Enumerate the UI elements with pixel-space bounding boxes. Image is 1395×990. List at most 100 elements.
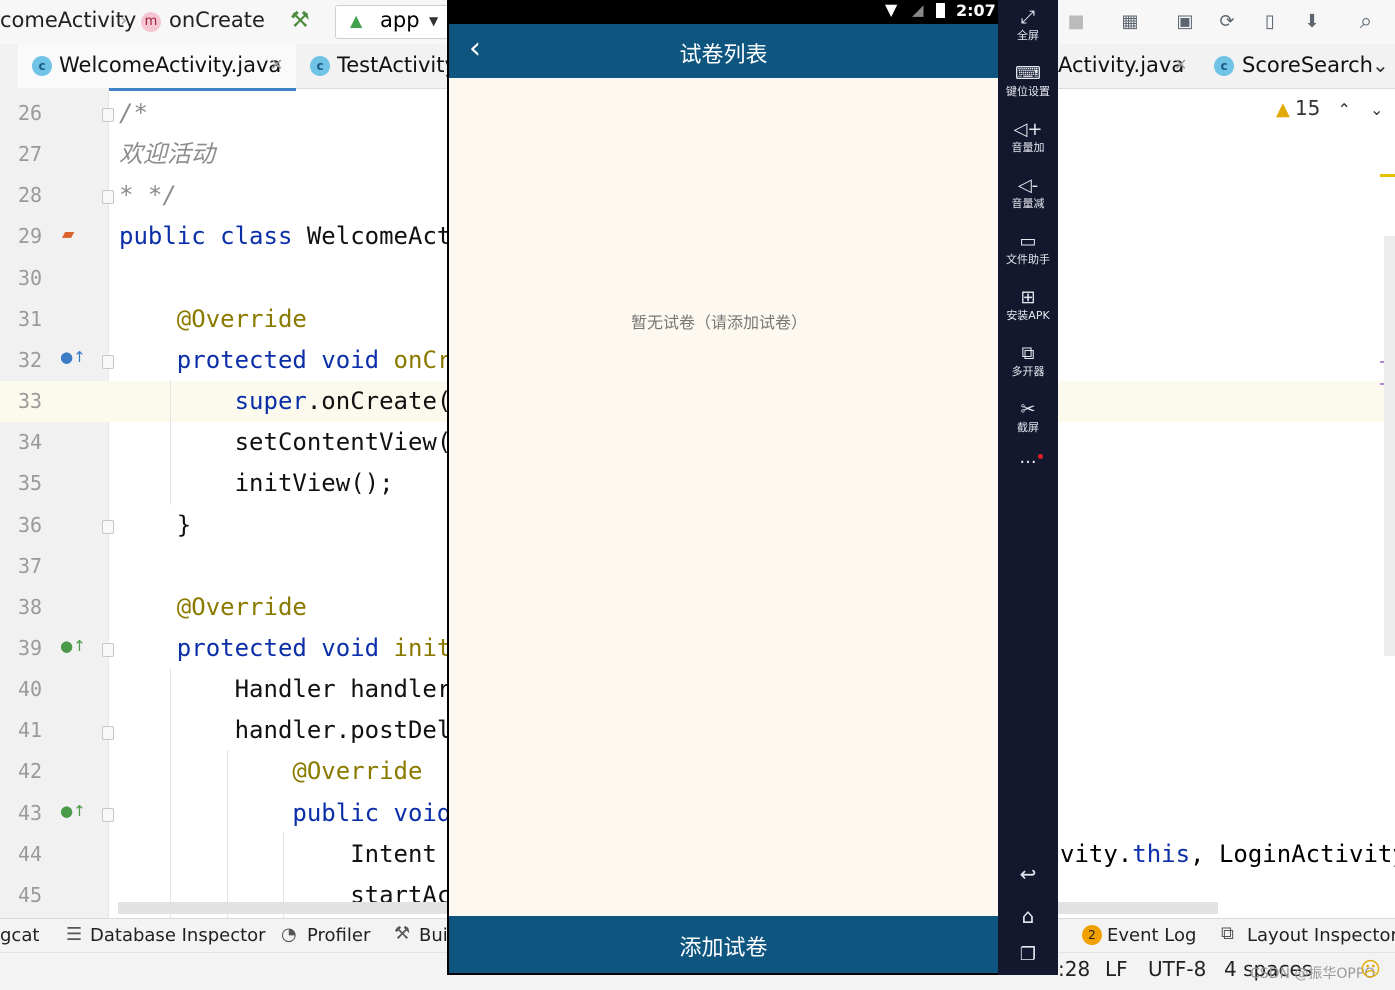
code-token: protected void	[119, 634, 394, 662]
file-helper-button[interactable]: ▭ 文件助手	[998, 231, 1058, 267]
code-token: }	[119, 511, 192, 539]
code-token: public class	[119, 222, 307, 250]
tab-score-search[interactable]: c ScoreSearch ⌄	[1204, 44, 1395, 88]
sdk-manager-icon[interactable]: ⬇	[1300, 11, 1324, 33]
file-encoding[interactable]: UTF-8	[1148, 957, 1206, 981]
code-line[interactable]: /*	[119, 93, 447, 134]
code-line[interactable]: @Override	[119, 587, 447, 628]
close-icon[interactable]: ✕	[270, 55, 283, 74]
stop-icon[interactable]: ■	[1064, 11, 1088, 33]
horizontal-scrollbar-right[interactable]	[1058, 902, 1218, 914]
breadcrumb-method[interactable]: onCreate	[169, 8, 265, 32]
code-line[interactable]: public class WelcomeActi	[119, 216, 447, 257]
implements-gutter-icon[interactable]: ●↑	[60, 802, 86, 820]
notification-dot	[1038, 454, 1043, 459]
nav-home-button[interactable]: ⌂	[998, 904, 1058, 928]
code-line[interactable]: * */	[119, 175, 447, 216]
install-apk-button[interactable]: ⊞ 安装APK	[998, 287, 1058, 323]
fold-marker-icon[interactable]	[102, 520, 114, 534]
vertical-scrollbar[interactable]	[1384, 236, 1395, 656]
inspection-widget[interactable]: ▲ 15 ⌃ ⌄	[1276, 96, 1383, 120]
code-token: .onCreate(s	[306, 387, 447, 415]
signal-icon: ◢	[912, 1, 924, 19]
volume-down-label: 音量减	[1011, 197, 1045, 210]
code-token: setContentView(R	[119, 428, 447, 456]
error-stripe-mark[interactable]	[1380, 174, 1395, 177]
close-icon[interactable]: ✕	[1174, 55, 1187, 74]
code-line[interactable]: @Override	[119, 751, 447, 792]
code-line[interactable]: Handler handler	[119, 669, 447, 710]
fold-marker-icon[interactable]	[102, 108, 114, 122]
keymap-button[interactable]: ⌨ 键位设置	[998, 63, 1058, 99]
nav-back-button[interactable]: ↩	[998, 862, 1058, 886]
search-icon[interactable]: ⌕	[1354, 11, 1378, 33]
volume-down-button[interactable]: ◁- 音量减	[998, 175, 1058, 211]
screenshot-button[interactable]: ✂ 截屏	[998, 399, 1058, 435]
code-token: super	[119, 387, 307, 415]
fullscreen-button[interactable]: ⤢ 全屏	[998, 7, 1058, 43]
code-token-keyword: this	[1132, 840, 1191, 868]
sync-icon[interactable]: ⟳	[1215, 11, 1239, 33]
tool-event-log[interactable]: Event Log	[1107, 925, 1196, 946]
code-line[interactable]: initView();	[119, 463, 447, 504]
next-highlight-icon[interactable]: ⌄	[1370, 100, 1383, 119]
more-button[interactable]: ···	[998, 452, 1058, 473]
multi-instance-button[interactable]: ⧉ 多开器	[998, 343, 1058, 379]
code-line[interactable]: }	[119, 505, 447, 546]
code-line[interactable]: protected void initV	[119, 628, 447, 669]
code-line[interactable]: protected void onCre	[119, 340, 447, 381]
tab-test-activity[interactable]: c TestActivity	[300, 44, 457, 88]
run-config-select[interactable]: ▲ app ▼	[335, 5, 449, 39]
line-separator[interactable]: LF	[1105, 957, 1128, 981]
home-icon: ⌂	[1021, 904, 1035, 928]
code-line[interactable]	[119, 546, 447, 587]
tool-profiler[interactable]: Profiler	[307, 925, 370, 946]
face-icon[interactable]: ☹	[1360, 957, 1381, 981]
line-number: 41	[18, 718, 43, 742]
line-number: 30	[18, 266, 43, 290]
code-line[interactable]: Intent i	[119, 834, 447, 875]
code-token: Intent i	[119, 840, 447, 868]
nav-recents-button[interactable]: ❐	[998, 944, 1058, 965]
avd-manager-icon[interactable]: ▯	[1258, 11, 1282, 33]
code-line[interactable]: @Override	[119, 299, 447, 340]
volume-up-button[interactable]: ◁+ 音量加	[998, 119, 1058, 155]
code-line[interactable]: super.onCreate(s	[119, 381, 447, 422]
device-manager-icon[interactable]: ▣	[1173, 11, 1197, 33]
fold-marker-icon[interactable]	[102, 726, 114, 740]
implements-gutter-icon[interactable]: ●↑	[60, 637, 86, 655]
watermark: CSDN @振华OPPO	[1250, 966, 1376, 982]
status-time: 2:07	[956, 1, 996, 20]
project-structure-icon[interactable]: ▦	[1118, 11, 1142, 33]
line-number: 39	[18, 636, 43, 660]
tab-label: WelcomeActivity.java	[59, 53, 282, 77]
code-line[interactable]	[119, 258, 447, 299]
add-exam-button[interactable]: 添加试卷	[449, 916, 998, 973]
tool-layout-inspector[interactable]: Layout Inspector	[1247, 925, 1395, 946]
previous-highlight-icon[interactable]: ⌃	[1337, 100, 1350, 119]
volume-down-icon: ◁-	[1017, 175, 1039, 196]
build-hammer-icon[interactable]: ⚒	[290, 8, 310, 33]
tab-welcome-activity[interactable]: c WelcomeActivity.java ✕	[18, 44, 296, 91]
xml-layout-gutter-icon[interactable]: ▰	[62, 224, 74, 243]
fold-marker-icon[interactable]	[102, 190, 114, 204]
fold-marker-icon[interactable]	[102, 643, 114, 657]
code-token: @Override	[119, 593, 307, 621]
horizontal-scrollbar[interactable]	[118, 902, 448, 914]
tool-build[interactable]: Bui	[419, 925, 448, 946]
code-token: public void	[119, 799, 447, 827]
caret-position[interactable]: :28	[1058, 957, 1090, 981]
tool-database-inspector[interactable]: Database Inspector	[90, 925, 266, 946]
fold-marker-icon[interactable]	[102, 355, 114, 369]
tool-logcat[interactable]: gcat	[0, 925, 39, 946]
code-line[interactable]: 欢迎活动	[119, 134, 447, 175]
code-token: 欢迎活动	[119, 140, 215, 168]
override-gutter-icon[interactable]: ●↑	[60, 348, 86, 366]
breadcrumb-class[interactable]: comeActivity	[0, 8, 136, 32]
code-line[interactable]: handler.postDela	[119, 710, 447, 751]
tab-activity[interactable]: Activity.java ✕	[1058, 44, 1198, 88]
code-line[interactable]: setContentView(R	[119, 422, 447, 463]
code-line[interactable]: public void	[119, 793, 447, 834]
tab-overflow-chevron-icon[interactable]: ⌄	[1372, 53, 1389, 77]
fold-marker-icon[interactable]	[102, 808, 114, 822]
